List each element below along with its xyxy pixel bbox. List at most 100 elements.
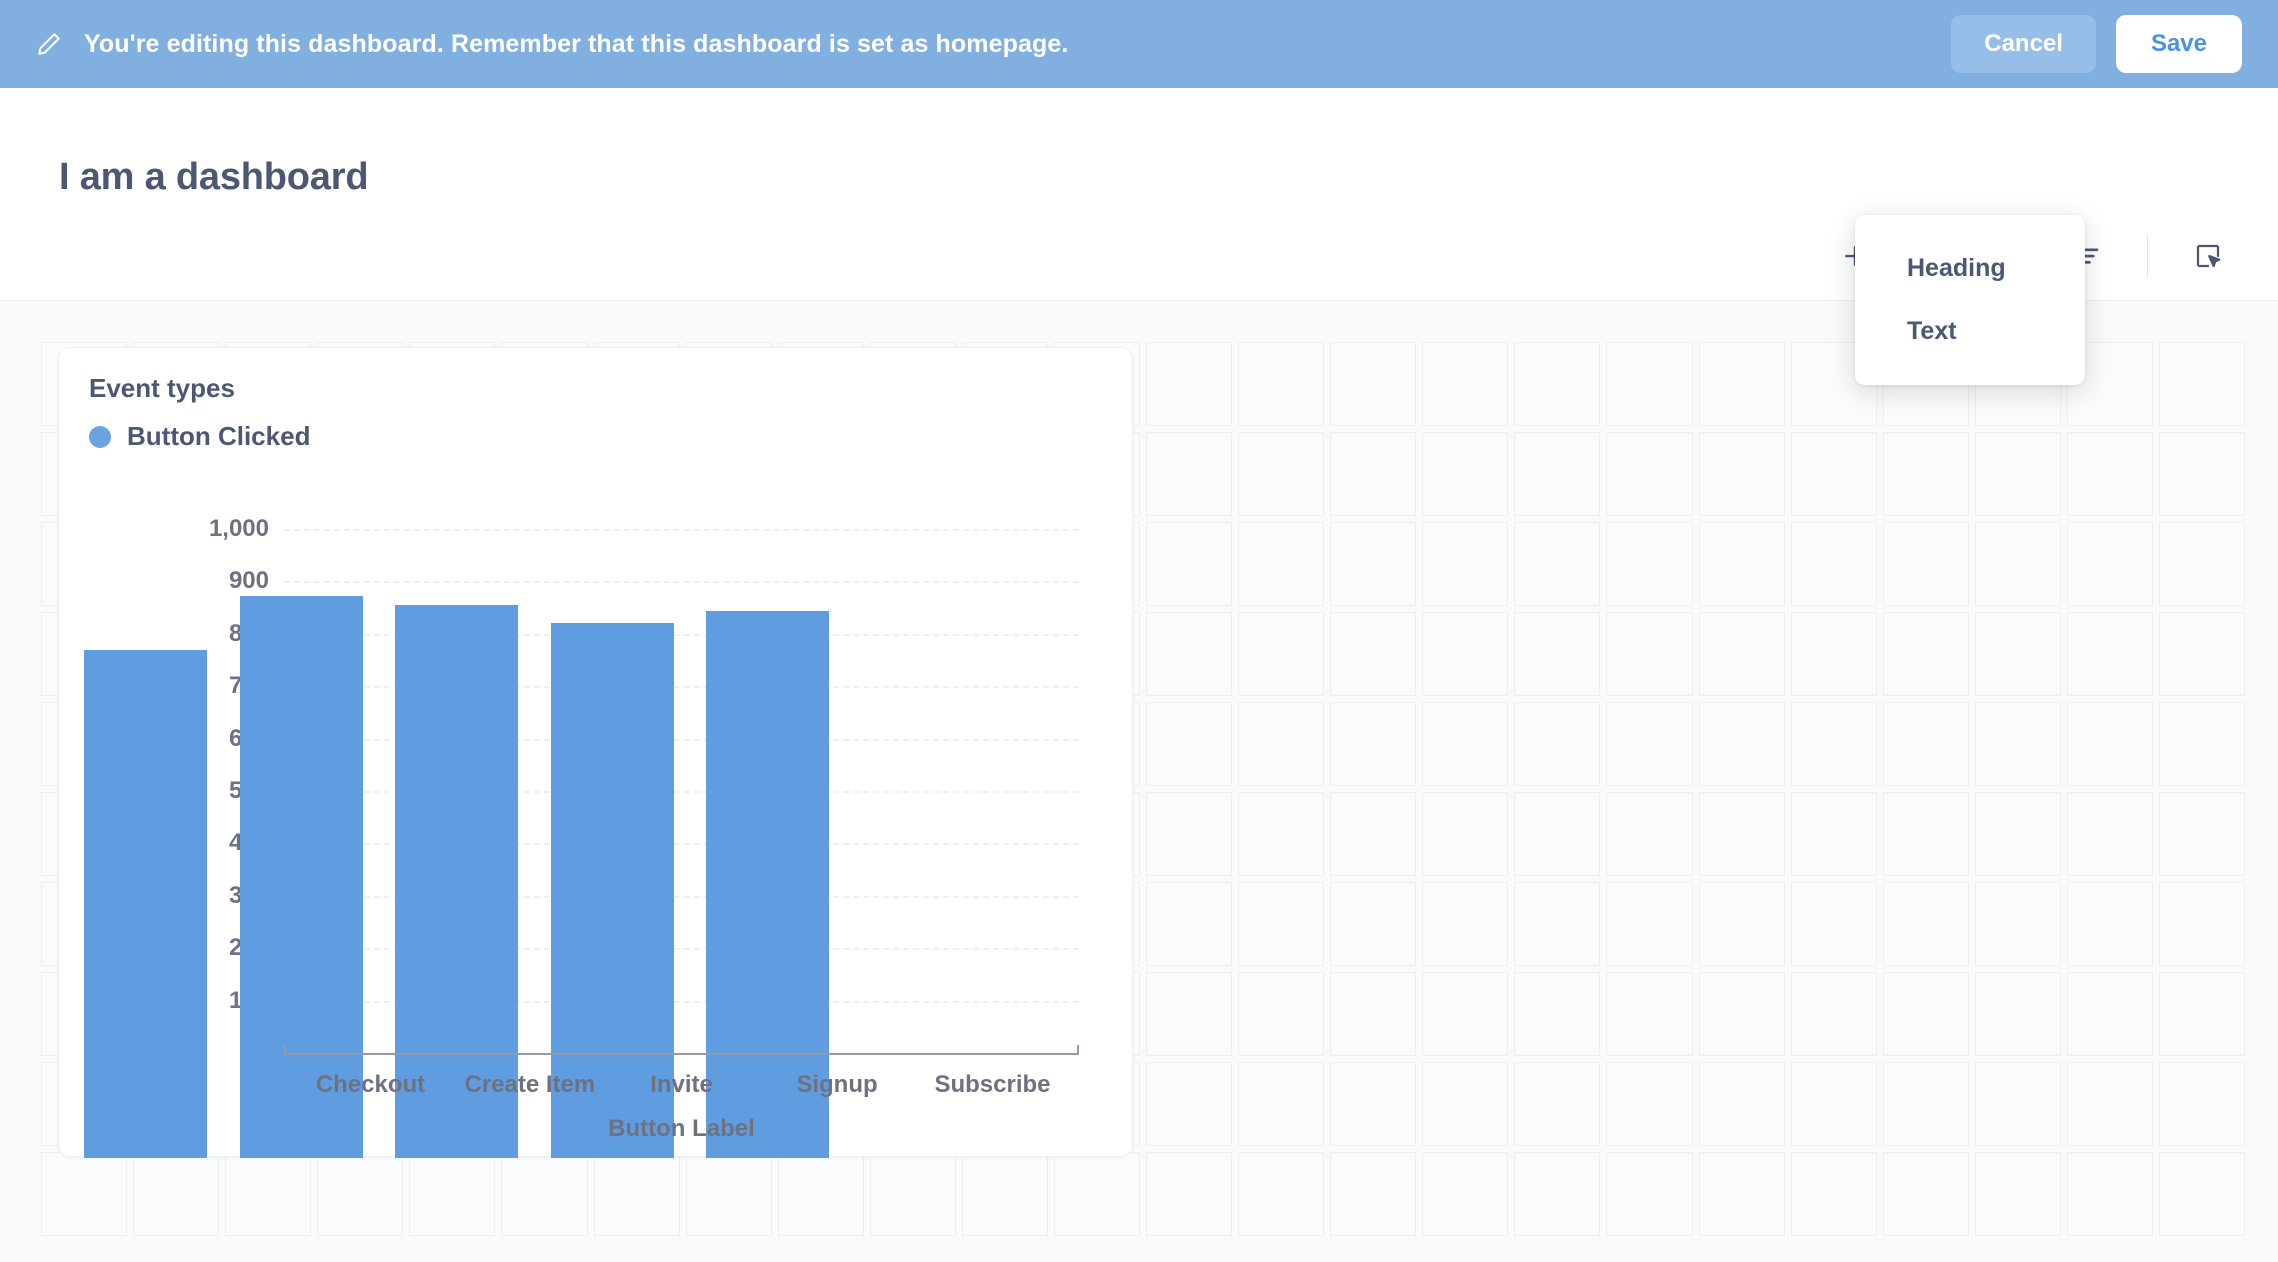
grid-cell[interactable]: [1422, 972, 1508, 1056]
grid-cell[interactable]: [1238, 882, 1324, 966]
grid-cell[interactable]: [1699, 1062, 1785, 1146]
grid-cell[interactable]: [1975, 882, 2061, 966]
bar[interactable]: [84, 650, 207, 1158]
grid-cell[interactable]: [1330, 972, 1416, 1056]
grid-cell[interactable]: [1791, 612, 1877, 696]
grid-cell[interactable]: [1699, 522, 1785, 606]
grid-cell[interactable]: [1054, 1152, 1140, 1236]
grid-cell[interactable]: [1791, 522, 1877, 606]
grid-cell[interactable]: [2067, 792, 2153, 876]
grid-cell[interactable]: [1146, 522, 1232, 606]
grid-cell[interactable]: [2159, 1152, 2245, 1236]
grid-cell[interactable]: [1146, 612, 1232, 696]
grid-cell[interactable]: [1330, 522, 1416, 606]
grid-cell[interactable]: [1238, 792, 1324, 876]
grid-cell[interactable]: [1883, 522, 1969, 606]
grid-cell[interactable]: [1883, 792, 1969, 876]
grid-cell[interactable]: [501, 1152, 587, 1236]
grid-cell[interactable]: [1422, 612, 1508, 696]
grid-cell[interactable]: [1238, 1062, 1324, 1146]
grid-cell[interactable]: [1146, 882, 1232, 966]
grid-cell[interactable]: [1883, 612, 1969, 696]
grid-cell[interactable]: [1422, 702, 1508, 786]
grid-cell[interactable]: [2159, 432, 2245, 516]
grid-cell[interactable]: [1791, 702, 1877, 786]
grid-cell[interactable]: [1514, 342, 1600, 426]
grid-cell[interactable]: [1883, 972, 1969, 1056]
grid-cell[interactable]: [1791, 972, 1877, 1056]
grid-cell[interactable]: [1975, 612, 2061, 696]
grid-cell[interactable]: [1330, 1152, 1416, 1236]
grid-cell[interactable]: [1699, 972, 1785, 1056]
dropdown-item-text[interactable]: Text: [1855, 300, 2085, 363]
grid-cell[interactable]: [1238, 342, 1324, 426]
grid-cell[interactable]: [1791, 792, 1877, 876]
grid-cell[interactable]: [1975, 432, 2061, 516]
grid-cell[interactable]: [1606, 702, 1692, 786]
grid-cell[interactable]: [1699, 342, 1785, 426]
grid-cell[interactable]: [1330, 792, 1416, 876]
grid-cell[interactable]: [594, 1152, 680, 1236]
grid-cell[interactable]: [1606, 1152, 1692, 1236]
grid-cell[interactable]: [1330, 1062, 1416, 1146]
grid-cell[interactable]: [1606, 882, 1692, 966]
grid-cell[interactable]: [1330, 342, 1416, 426]
grid-cell[interactable]: [1975, 522, 2061, 606]
grid-cell[interactable]: [2067, 972, 2153, 1056]
grid-cell[interactable]: [1699, 432, 1785, 516]
grid-cell[interactable]: [1883, 1152, 1969, 1236]
grid-cell[interactable]: [2159, 342, 2245, 426]
grid-cell[interactable]: [1606, 972, 1692, 1056]
grid-cell[interactable]: [409, 1152, 495, 1236]
grid-cell[interactable]: [962, 1152, 1048, 1236]
grid-cell[interactable]: [1422, 522, 1508, 606]
grid-cell[interactable]: [2067, 522, 2153, 606]
grid-cell[interactable]: [1422, 1152, 1508, 1236]
click-behavior-button[interactable]: [2174, 226, 2242, 286]
grid-cell[interactable]: [225, 1152, 311, 1236]
grid-cell[interactable]: [1238, 522, 1324, 606]
grid-cell[interactable]: [1883, 702, 1969, 786]
grid-cell[interactable]: [1791, 882, 1877, 966]
grid-cell[interactable]: [1606, 792, 1692, 876]
grid-cell[interactable]: [1514, 612, 1600, 696]
grid-cell[interactable]: [870, 1152, 956, 1236]
grid-cell[interactable]: [1883, 1062, 1969, 1146]
dropdown-item-heading[interactable]: Heading: [1855, 237, 2085, 300]
grid-cell[interactable]: [1422, 1062, 1508, 1146]
grid-cell[interactable]: [1330, 432, 1416, 516]
grid-cell[interactable]: [133, 1152, 219, 1236]
grid-cell[interactable]: [1238, 702, 1324, 786]
grid-cell[interactable]: [1146, 792, 1232, 876]
grid-cell[interactable]: [1146, 1152, 1232, 1236]
grid-cell[interactable]: [1422, 882, 1508, 966]
grid-cell[interactable]: [2159, 972, 2245, 1056]
grid-cell[interactable]: [1975, 1152, 2061, 1236]
grid-cell[interactable]: [1146, 342, 1232, 426]
grid-cell[interactable]: [1606, 612, 1692, 696]
grid-cell[interactable]: [2159, 792, 2245, 876]
grid-cell[interactable]: [1330, 882, 1416, 966]
grid-cell[interactable]: [2159, 522, 2245, 606]
grid-cell[interactable]: [2067, 432, 2153, 516]
grid-cell[interactable]: [1699, 612, 1785, 696]
grid-cell[interactable]: [1238, 612, 1324, 696]
grid-cell[interactable]: [2067, 1062, 2153, 1146]
grid-cell[interactable]: [1422, 792, 1508, 876]
grid-cell[interactable]: [1699, 1152, 1785, 1236]
grid-cell[interactable]: [1330, 702, 1416, 786]
grid-cell[interactable]: [2159, 702, 2245, 786]
grid-cell[interactable]: [1606, 432, 1692, 516]
grid-cell[interactable]: [317, 1152, 403, 1236]
grid-cell[interactable]: [1975, 792, 2061, 876]
grid-cell[interactable]: [1791, 1152, 1877, 1236]
grid-cell[interactable]: [1514, 702, 1600, 786]
grid-cell[interactable]: [1883, 882, 1969, 966]
grid-cell[interactable]: [1699, 792, 1785, 876]
grid-cell[interactable]: [1146, 972, 1232, 1056]
page-title[interactable]: I am a dashboard: [59, 156, 368, 199]
grid-cell[interactable]: [1514, 972, 1600, 1056]
grid-cell[interactable]: [2159, 1062, 2245, 1146]
grid-cell[interactable]: [1146, 432, 1232, 516]
grid-cell[interactable]: [1514, 882, 1600, 966]
